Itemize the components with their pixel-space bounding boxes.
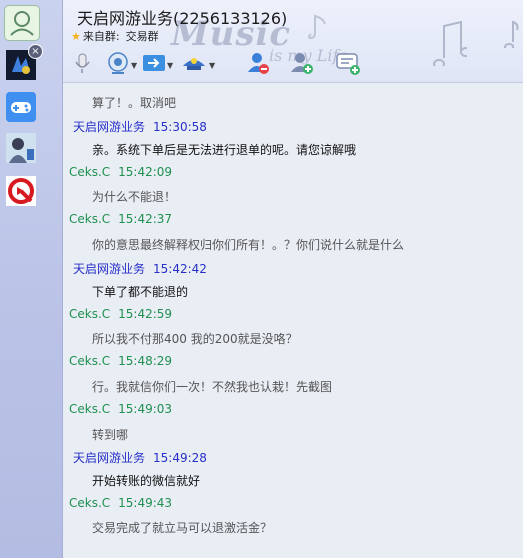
new-message-button[interactable] [335, 50, 363, 76]
session-item-person[interactable] [6, 133, 36, 163]
sender-name[interactable]: 天启网游业务 [73, 451, 145, 465]
message-header: Ceks.C 15:49:43 [69, 496, 172, 510]
remote-assist-button[interactable] [181, 50, 209, 76]
add-friend-button[interactable] [289, 50, 317, 76]
group-name[interactable]: 交易群 [126, 30, 159, 43]
send-file-button[interactable] [141, 50, 169, 76]
message-header: 天启网游业务 15:30:58 [73, 118, 207, 135]
voice-call-button[interactable] [69, 50, 97, 76]
sender-name[interactable]: Ceks.C [69, 212, 110, 226]
message-header: 天启网游业务 15:49:28 [73, 449, 207, 466]
message-time: 15:42:42 [153, 262, 207, 276]
message-text: 下单了都不能退的 [92, 285, 189, 299]
message-header: Ceks.C 15:49:03 [69, 402, 172, 416]
sender-name[interactable]: Ceks.C [69, 307, 110, 321]
star-icon: ★ [71, 30, 81, 43]
microphone-icon [75, 53, 90, 73]
sender-name[interactable]: 天启网游业务 [73, 262, 145, 276]
message-time: 15:49:43 [118, 496, 173, 510]
session-item-q[interactable] [6, 176, 36, 206]
send-file-icon [143, 55, 165, 71]
message-header: Ceks.C 15:48:29 [69, 354, 172, 368]
message-text: 开始转账的微信就好 [92, 474, 201, 488]
message-text: 转到哪 [92, 428, 129, 442]
close-session-icon[interactable]: × [28, 44, 43, 59]
sender-name[interactable]: 天启网游业务 [73, 120, 145, 134]
message-time: 15:42:09 [118, 165, 173, 179]
message-time: 15:49:28 [153, 451, 207, 465]
message-list[interactable]: 算了！。取消吧 天启网游业务 15:30:58 亲。系统下单后是无法进行退单的呢。… [63, 83, 523, 558]
contact-avatar-icon [10, 11, 34, 36]
sender-name[interactable]: Ceks.C [69, 402, 110, 416]
message-time: 15:30:58 [153, 120, 207, 134]
message-time: 15:48:29 [118, 354, 173, 368]
chat-toolbar: ▼ ▼ ▼ [69, 50, 519, 78]
message-text: 行。我就信你们一次！不然我也认栽！先截图 [92, 380, 333, 394]
session-item-contact[interactable] [4, 5, 40, 41]
message-header: Ceks.C 15:42:09 [69, 165, 172, 179]
message-header: 天启网游业务 15:42:42 [73, 260, 207, 277]
group-source: ★ 来自群: 交易群 [71, 28, 159, 44]
message-time: 15:42:37 [118, 212, 173, 226]
message-text: 为什么不能退！ [92, 190, 177, 204]
small-note-icon [504, 20, 519, 48]
remote-dropdown-icon[interactable]: ▼ [209, 61, 215, 70]
session-sidebar: × [0, 0, 63, 558]
message-text: 算了！。取消吧 [92, 96, 177, 110]
video-call-button[interactable] [105, 50, 133, 76]
chat-header: Music is my Life 天启网游业务(2256133126) ★ 来自群… [63, 0, 523, 83]
sender-name[interactable]: Ceks.C [69, 165, 110, 179]
session-item-games[interactable] [6, 92, 36, 122]
new-message-icon [336, 53, 360, 75]
contacts-icon [248, 53, 269, 74]
q-logo-icon [6, 176, 36, 206]
message-text: 所以我不付那400 我的200就是没咯？ [92, 332, 298, 346]
music-note-icon [308, 14, 326, 40]
message-header: Ceks.C 15:42:59 [69, 307, 172, 321]
sender-name[interactable]: Ceks.C [69, 354, 110, 368]
message-text: 你的意思最终解释权归你们所有！。？你们说什么就是什么 [92, 238, 405, 252]
message-time: 15:42:59 [118, 307, 173, 321]
video-camera-icon [108, 52, 128, 74]
message-time: 15:49:03 [118, 402, 173, 416]
gamepad-icon [6, 92, 36, 122]
person-avatar-icon [6, 133, 36, 163]
video-dropdown-icon[interactable]: ▼ [131, 61, 137, 70]
chat-title: 天启网游业务(2256133126) [77, 9, 288, 28]
group-prefix: 来自群: [82, 30, 120, 43]
message-text: 交易完成了就立马可以退激活金？ [92, 521, 273, 535]
message-text: 亲。系统下单后是无法进行退单的呢。请您谅解哦 [92, 143, 357, 157]
remote-assist-icon [183, 58, 205, 70]
add-friend-icon [291, 53, 313, 74]
sender-name[interactable]: Ceks.C [69, 496, 110, 510]
file-dropdown-icon[interactable]: ▼ [167, 61, 173, 70]
message-header: Ceks.C 15:42:37 [69, 212, 172, 226]
contacts-button[interactable] [245, 50, 273, 76]
